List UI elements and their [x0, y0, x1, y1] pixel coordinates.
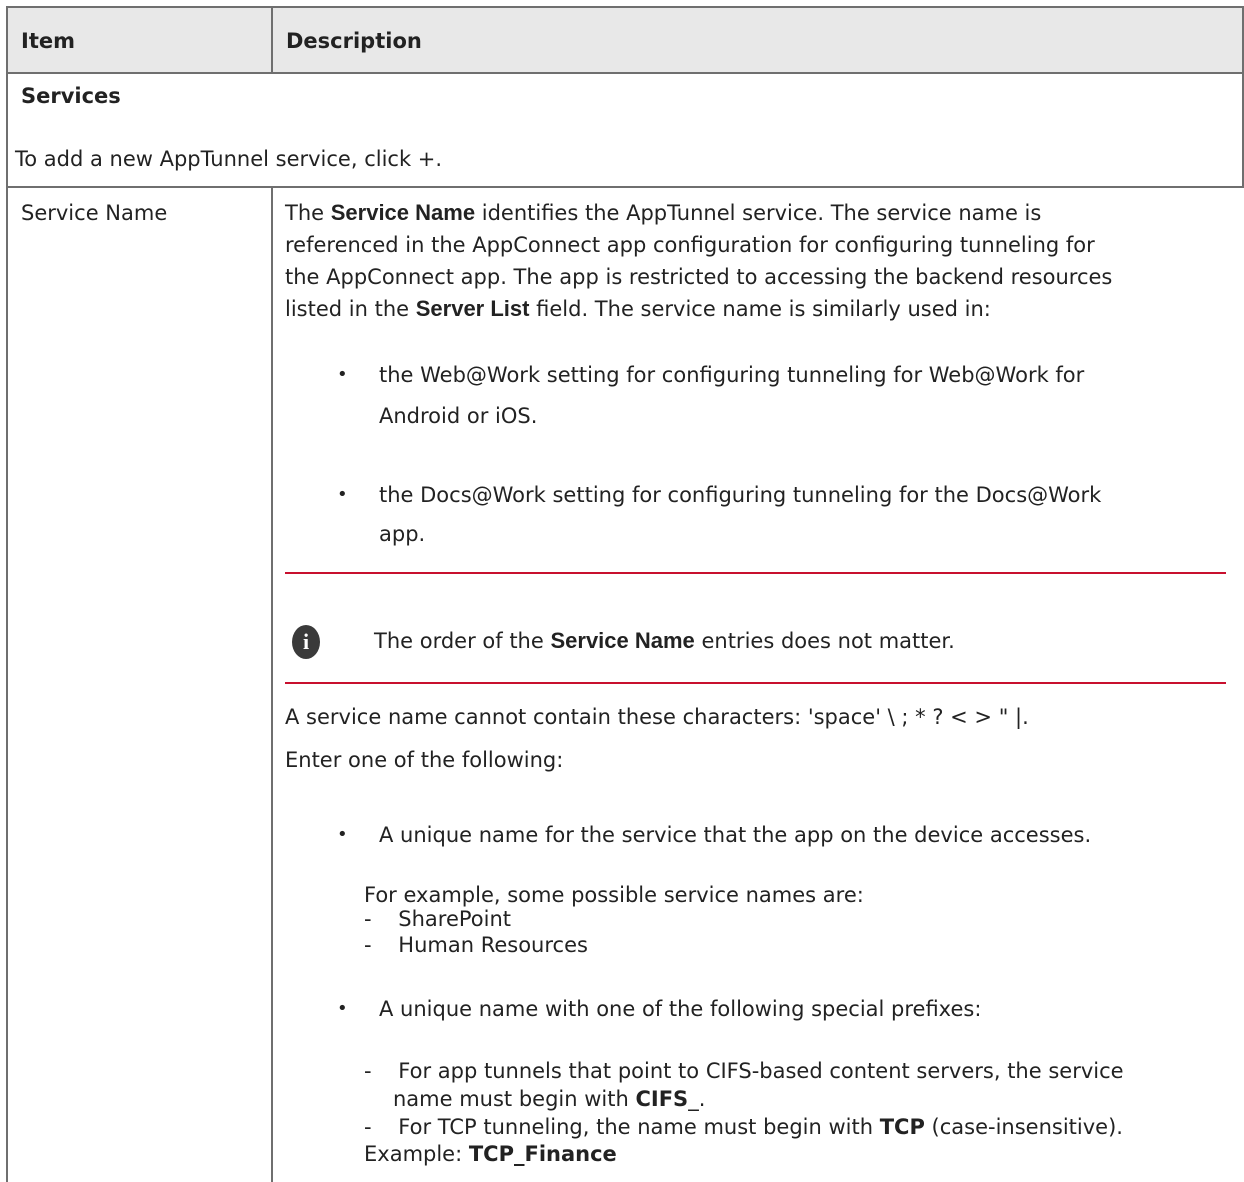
header-description: Description [286, 29, 422, 53]
bullet-1-line-2: Android or iOS. [379, 404, 538, 428]
para-line-4: listed in the Server List field. The ser… [285, 296, 991, 321]
bullet-2-line-2: app. [379, 522, 426, 546]
header-divider [271, 6, 273, 72]
header-item: Item [21, 29, 75, 53]
border-section-bottom [6, 186, 1244, 188]
border-header-bottom [6, 72, 1244, 74]
section-title: Services [21, 84, 121, 108]
note-top-rule [285, 572, 1226, 574]
example-final: Example: TCP_Finance [364, 1142, 617, 1166]
border-left [6, 6, 8, 1182]
option-1: A unique name for the service that the a… [379, 823, 1092, 847]
example-intro: For example, some possible service names… [364, 883, 864, 907]
border-right [1242, 6, 1244, 186]
example-item: - SharePoint [364, 907, 512, 931]
section-subtitle: To add a new AppTunnel service, click +. [15, 147, 443, 171]
service-table: Item Description Services To add a new A… [6, 6, 1244, 1182]
row-item-label: Service Name [21, 201, 168, 225]
para-line-3: the AppConnect app. The app is restricte… [285, 265, 1113, 289]
tcp-line: - For TCP tunneling, the name must begin… [364, 1115, 1123, 1139]
option-2: A unique name with one of the following … [379, 997, 982, 1021]
column-divider [271, 186, 273, 1182]
bullet-2-line-1: the Docs@Work setting for configuring tu… [379, 483, 1102, 507]
enter-line: Enter one of the following: [285, 748, 564, 772]
table-header: Item Description [6, 6, 1244, 72]
para-line-2: referenced in the AppConnect app configu… [285, 233, 1095, 257]
bullet-icon: • [337, 998, 348, 1019]
para-line-1: The Service Name identifies the AppTunne… [285, 200, 1042, 225]
bullet-icon: • [337, 364, 348, 385]
info-icon: i [292, 625, 320, 659]
cifs-line-2: name must begin with CIFS_. [393, 1087, 706, 1111]
chars-line: A service name cannot contain these char… [285, 705, 1029, 729]
bullet-1-line-1: the Web@Work setting for configuring tun… [379, 363, 1085, 387]
example-item: - Human Resources [364, 933, 588, 957]
note-text: The order of the Service Name entries do… [374, 628, 955, 653]
cifs-line-1: - For app tunnels that point to CIFS-bas… [364, 1059, 1124, 1083]
note-bottom-rule [285, 682, 1226, 684]
border-top [6, 6, 1244, 8]
bullet-icon: • [337, 484, 348, 505]
bullet-icon: • [337, 824, 348, 845]
